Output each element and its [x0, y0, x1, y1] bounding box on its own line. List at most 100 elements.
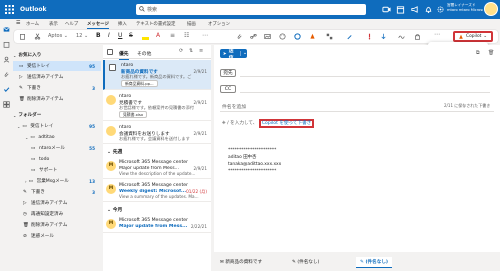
people-icon[interactable] — [3, 56, 10, 63]
subject-input[interactable]: 件名を追加 — [222, 103, 246, 110]
copilot-icon[interactable] — [309, 33, 316, 40]
attach-icon[interactable] — [236, 33, 243, 40]
tab-insert[interactable]: 挿入 — [118, 21, 127, 27]
tab-format-text[interactable]: テキストの書式設定 — [136, 21, 175, 27]
emoji-icon[interactable] — [279, 33, 286, 40]
underline-icon[interactable]: U — [118, 32, 122, 39]
folder-item-todo[interactable]: ▭ todo — [13, 154, 101, 164]
item-checkbox[interactable] — [109, 64, 116, 71]
font-name-dropdown[interactable]: Aptos ⌄ — [48, 33, 68, 39]
copilot-draft-link[interactable]: Copilot を使って下書き — [258, 119, 315, 128]
sensitivity-icon[interactable] — [414, 33, 421, 40]
signature[interactable]: ********************** aditao 田中杏 tanaka… — [228, 147, 281, 175]
group-header[interactable]: ⌄ 今月 — [107, 206, 122, 213]
more-options-icon[interactable]: ⋯ — [434, 31, 440, 38]
importance-icon[interactable] — [366, 33, 373, 40]
tab-home[interactable]: ホーム — [26, 21, 39, 27]
list-item[interactable]: ntaro 見積書です 2/9/21 お世話様です。依頼案件の見積書の添付 見積… — [103, 91, 211, 121]
to-button[interactable]: 宛先 — [220, 69, 236, 77]
italic-icon[interactable]: I — [108, 32, 110, 39]
loop-icon[interactable] — [294, 33, 301, 40]
copilot-dropdown-button[interactable]: Copilot ⌄ — [453, 31, 493, 42]
folder-item-sent[interactable]: ▷ 送信済みアイテム — [13, 198, 101, 208]
bell-icon[interactable] — [424, 5, 433, 14]
tab-other[interactable]: その他 — [137, 50, 151, 57]
popout-icon[interactable]: ⧉ — [476, 50, 480, 56]
select-all-checkbox[interactable] — [107, 49, 113, 55]
avatar[interactable] — [484, 2, 498, 16]
attachment-chip[interactable]: 見積書.xlsx — [119, 111, 148, 118]
group-header[interactable]: ⌄ 先週 — [107, 148, 122, 155]
meeting-icon[interactable] — [382, 5, 391, 14]
search-input[interactable]: 検索 — [136, 4, 366, 15]
tab-message[interactable]: メッセージ — [87, 21, 109, 29]
list-item[interactable]: ntaro 新商品の資料です 2/9/21 お疲れ様です。新商品の資料です。ご … — [103, 60, 211, 90]
draft-tab[interactable]: ✎ (件名なし) — [288, 257, 323, 268]
draft-tab-active[interactable]: ✎ (件名なし) — [356, 257, 393, 268]
tab-focused[interactable]: 優先 — [119, 50, 129, 60]
list-item[interactable]: M Microsoft 365 Message center Major upd… — [103, 157, 211, 179]
folder-item-scheduled[interactable]: ◷ 再通知設定済み — [13, 209, 101, 219]
paperclip-icon[interactable] — [3, 71, 10, 78]
folder-item-inbox[interactable]: ⌄ ▭ 受信トレイ 95 — [13, 121, 101, 131]
editor-icon[interactable] — [346, 33, 353, 40]
cc-button[interactable]: CC — [220, 85, 236, 93]
signature-icon[interactable] — [398, 33, 405, 40]
tab-options[interactable]: オプション — [208, 21, 230, 27]
cc-field[interactable] — [240, 92, 490, 93]
refresh-icon[interactable]: ⟳ — [179, 48, 183, 54]
folder-item-ntaro[interactable]: ▭ ntaroメール 55 — [13, 143, 101, 153]
folder-item-junk[interactable]: ⊘ 迷惑メール — [13, 231, 101, 241]
app-launcher-icon[interactable] — [4, 4, 15, 15]
discard-icon[interactable]: 🗑 — [488, 50, 494, 56]
tab-draw[interactable]: 描画 — [187, 21, 196, 27]
numbering-icon[interactable]: ☷ — [184, 32, 189, 39]
send-button[interactable]: 送信 ⌄ — [220, 49, 247, 61]
attachment-chip[interactable]: 新商品資料.pp... — [121, 80, 158, 87]
paste-icon[interactable] — [19, 33, 26, 40]
align-icon[interactable]: ⋯ — [202, 32, 208, 39]
folder-item-deleted[interactable]: 🗑 削除済みアイテム — [13, 220, 101, 230]
filter-icon[interactable]: ≡ — [199, 48, 203, 54]
tab-help[interactable]: ヘルプ — [65, 21, 78, 27]
hamburger-menu-icon[interactable]: ☰ — [16, 20, 20, 26]
tab-view[interactable]: 表示 — [49, 21, 58, 27]
font-color-icon[interactable]: A — [156, 32, 160, 39]
favorite-item-deleted[interactable]: 🗑 削除済みアイテム — [13, 94, 101, 104]
cut-icon[interactable] — [34, 33, 41, 40]
draft-tab[interactable]: ✉ 新商品の資料です — [216, 257, 266, 268]
list-item[interactable]: M Microsoft 365 Message center Weekly di… — [103, 180, 211, 202]
calendar-icon[interactable] — [396, 5, 405, 14]
folder-header[interactable]: ⌄ フォルダー — [13, 110, 101, 120]
bullets-icon[interactable]: ≡ — [170, 32, 175, 39]
chevron-down-icon[interactable]: ⌄ — [239, 51, 247, 56]
link-icon[interactable] — [250, 33, 257, 40]
apps-grid-icon[interactable] — [3, 101, 10, 108]
favorite-item-sent[interactable]: ▷ 送信済みアイテム — [13, 72, 101, 82]
account-line2: mtaro mtaro Microsoft Tea... — [447, 7, 483, 12]
picture-icon[interactable] — [264, 33, 271, 40]
settings-gear-icon[interactable] — [436, 5, 445, 14]
to-field[interactable] — [240, 76, 490, 77]
strikethrough-icon[interactable]: S — [129, 32, 133, 39]
highlight-icon[interactable] — [142, 33, 149, 40]
folder-item-drafts[interactable]: ✎ 下書き 3 — [13, 187, 101, 197]
folder-item-support[interactable]: ▭ サポート — [13, 165, 101, 175]
list-item[interactable]: M Microsoft 365 Message center Major upd… — [103, 215, 211, 233]
favorite-item-drafts[interactable]: ✎ 下書き 3 — [13, 83, 101, 93]
font-size-dropdown[interactable]: 12 ⌄ — [76, 33, 88, 39]
favorites-header[interactable]: ⌄ お気に入り — [13, 50, 101, 60]
todo-check-icon[interactable] — [3, 86, 10, 93]
list-item[interactable]: ntaro 会議資料をお送りします 2/9/21 お疲れ様です。会議資料を送付し… — [103, 122, 211, 144]
mail-icon[interactable] — [3, 26, 10, 33]
favorite-item-inbox[interactable]: ▭ 受信トレイ 95 — [13, 61, 101, 71]
calendar-icon[interactable] — [3, 41, 10, 48]
folder-item-adtitao[interactable]: ⌄ ▭ adtitao — [13, 132, 101, 142]
folder-item-sales[interactable]: › ▭ 営業Msgメール 13 — [13, 176, 101, 186]
low-importance-icon[interactable] — [380, 33, 387, 40]
folder-item-label: 迷惑メール — [31, 234, 54, 239]
sort-icon[interactable]: ⇅ — [189, 48, 193, 54]
apps-icon[interactable] — [326, 33, 333, 40]
bold-icon[interactable]: B — [96, 32, 101, 39]
megaphone-icon[interactable] — [410, 5, 419, 14]
